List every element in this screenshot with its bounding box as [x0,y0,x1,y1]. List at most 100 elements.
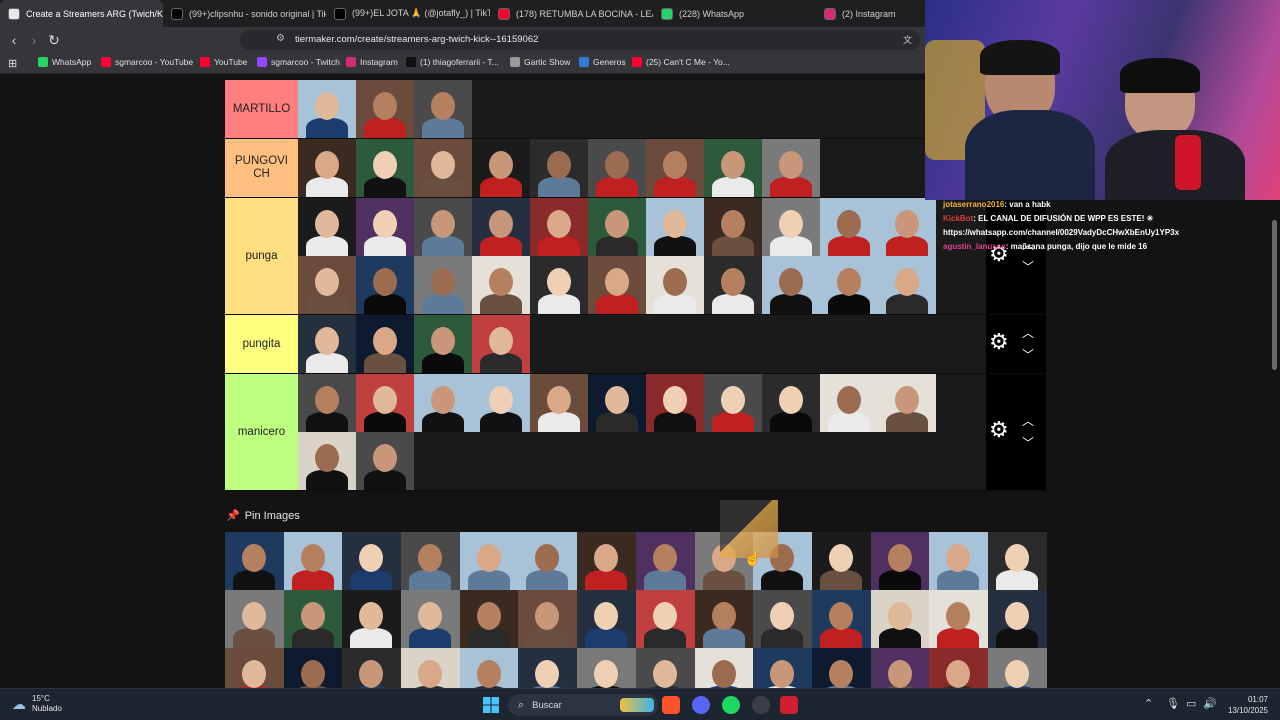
bookmark-item[interactable]: sgmarcoo - YouTube [101,57,193,67]
address-bar[interactable]: ⚙ tiermaker.com/create/streamers-arg-twi… [240,30,920,50]
tray-chevron-icon[interactable]: ⌃ [1144,697,1153,710]
tier-image[interactable] [356,432,414,490]
tier-label[interactable]: PUNGOVICH [225,139,298,197]
pool-image[interactable] [694,590,754,648]
tier-image[interactable] [356,374,414,432]
tier-image[interactable] [762,139,820,197]
tier-image[interactable] [588,139,646,197]
pool-image[interactable] [518,648,578,688]
tier-image[interactable] [878,256,936,314]
tier-image[interactable] [414,374,472,432]
tier-image[interactable] [820,198,878,256]
tier-label[interactable]: manicero [225,374,298,490]
browser-tab[interactable]: (99+)EL JOTA 🙏 (@jotafly_) | TikTok [326,0,490,27]
tier-settings-gear-icon[interactable]: ⚙ [989,417,1009,443]
tier-image[interactable] [414,198,472,256]
tier-image[interactable] [298,198,356,256]
tier-image[interactable] [762,374,820,432]
forward-icon[interactable]: › [26,32,42,48]
tier-image[interactable] [704,139,762,197]
tier-image[interactable] [414,139,472,197]
back-icon[interactable]: ‹ [6,32,22,48]
browser-tab[interactable]: (2) Instagram [816,0,926,27]
site-info-icon[interactable]: ⚙ [276,33,285,44]
browser-tab[interactable]: (178) RETUMBA LA BOCINA - LEA [490,0,653,27]
tier-image[interactable] [704,374,762,432]
move-tier-down-icon[interactable]: ﹀ [1022,258,1034,275]
pool-image[interactable] [870,532,930,590]
browser-tab[interactable]: (99+)clipsnhu - sonido original | TikT [163,0,326,27]
tier-image[interactable] [414,315,472,373]
tier-image[interactable] [298,139,356,197]
system-clock[interactable]: 01:07 13/10/2025 [1222,694,1268,716]
pool-image[interactable] [283,648,343,688]
tier-image[interactable] [530,374,588,432]
bookmark-item[interactable]: Gartic Show [510,57,570,67]
pool-image[interactable] [577,532,636,590]
bookmark-item[interactable]: YouTube [200,57,247,67]
tier-label[interactable]: MARTILLO [225,80,298,138]
move-tier-down-icon[interactable]: ﹀ [1022,346,1034,363]
tier-settings-gear-icon[interactable]: ⚙ [989,329,1009,355]
pool-image[interactable] [635,590,695,648]
tier-label[interactable]: pungita [225,315,298,373]
tier-image[interactable] [646,256,704,314]
tier-image[interactable] [472,139,530,197]
pool-image[interactable] [283,532,343,590]
pool-image[interactable] [283,590,343,648]
tier-image[interactable] [530,198,588,256]
pool-image[interactable] [225,648,284,688]
pool-image[interactable] [401,532,460,590]
pool-image[interactable] [459,590,519,648]
pool-image[interactable] [342,532,402,590]
pool-image[interactable] [342,648,402,688]
pool-image[interactable] [518,590,578,648]
microphone-icon[interactable]: 🎙 [1166,697,1180,710]
tier-image[interactable] [646,139,704,197]
windows-start-icon[interactable] [482,696,500,714]
bookmark-item[interactable]: sgmarcoo - Twitch [257,57,340,67]
network-icon[interactable]: ▭ [1186,697,1196,710]
volume-icon[interactable]: 🔊 [1203,697,1217,710]
bookmark-item[interactable]: WhatsApp [38,57,91,67]
tier-image[interactable] [588,374,646,432]
tier-image[interactable] [298,315,356,373]
pool-image[interactable] [577,590,636,648]
tier-image[interactable] [356,198,414,256]
tier-image[interactable] [298,374,356,432]
pool-image[interactable] [518,532,578,590]
tier-image[interactable] [530,256,588,314]
move-tier-up-icon[interactable]: ︿ [1022,324,1034,341]
pool-image[interactable] [694,648,754,688]
pin-images-header[interactable]: 📌 Pin Images [226,509,300,523]
tier-image[interactable] [762,256,820,314]
tier-image[interactable] [356,315,414,373]
tier-image[interactable] [820,374,878,432]
pool-image[interactable] [811,590,871,648]
tier-image[interactable] [704,198,762,256]
tier-image[interactable] [878,198,936,256]
tier-image[interactable] [878,374,936,432]
spotify-icon[interactable] [722,696,740,714]
tier-image[interactable] [298,432,356,490]
steam-icon[interactable] [752,696,770,714]
tier-image[interactable] [820,256,878,314]
pool-image[interactable] [459,532,519,590]
tier-image[interactable] [472,198,530,256]
pool-image[interactable] [635,648,695,688]
pool-image[interactable] [401,590,460,648]
pool-image[interactable] [342,590,402,648]
pool-image[interactable] [811,648,871,688]
tier-image[interactable] [472,315,530,373]
tier-image[interactable] [704,256,762,314]
pool-image[interactable] [401,648,460,688]
tier-image[interactable] [530,139,588,197]
taskbar-search[interactable]: ⌕ Buscar [508,694,658,716]
streaming-app-icon[interactable] [780,696,798,714]
pool-image[interactable] [987,590,1047,648]
tier-image[interactable] [472,374,530,432]
pool-image[interactable] [870,648,930,688]
tier-image[interactable] [298,80,356,138]
tier-label[interactable]: punga [225,198,298,314]
tier-image[interactable] [646,374,704,432]
